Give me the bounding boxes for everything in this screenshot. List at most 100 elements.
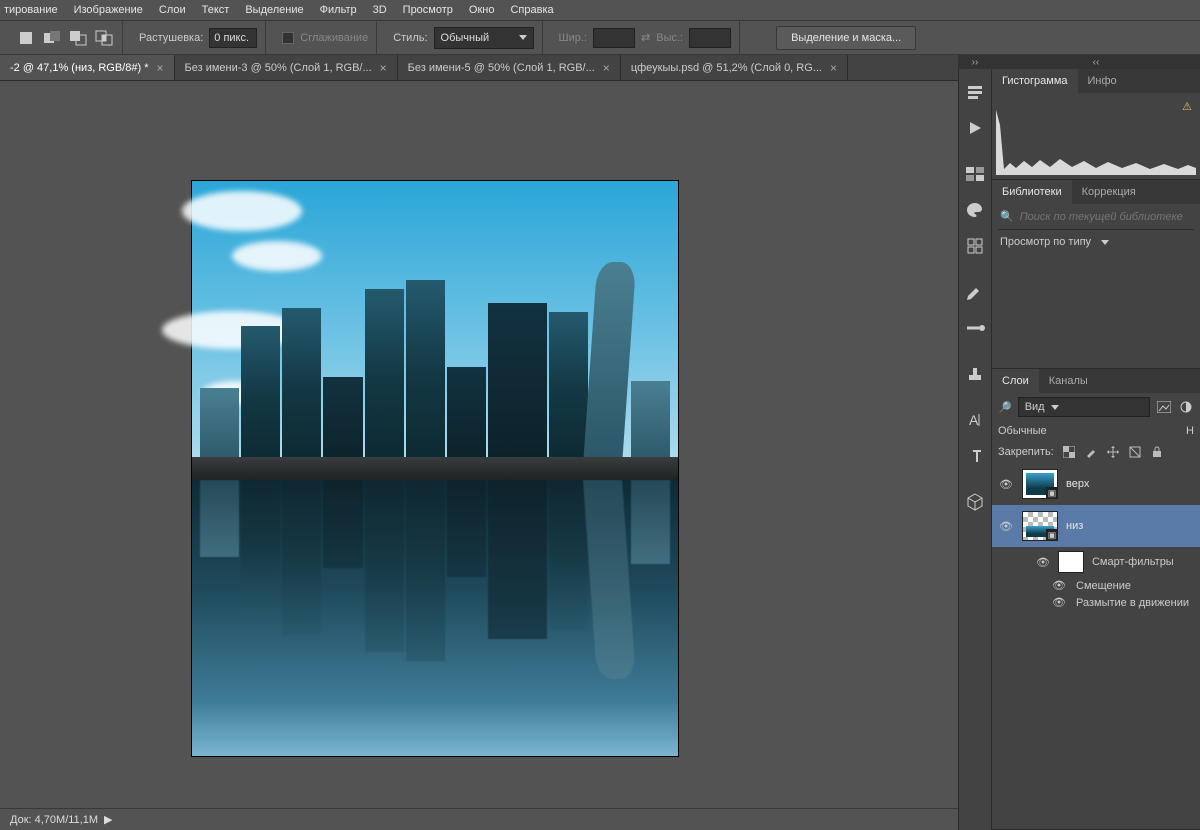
filter-name: Размытие в движении (1076, 597, 1189, 609)
image-quay (192, 457, 678, 480)
canvas-area[interactable] (0, 81, 958, 808)
status-flyout-icon[interactable]: ▶ (104, 813, 112, 826)
selection-intersect-icon[interactable] (94, 28, 114, 48)
lock-pixels-icon[interactable] (1084, 445, 1098, 459)
tab-adjustments[interactable]: Коррекция (1072, 180, 1146, 204)
search-icon: 🔍 (1000, 210, 1014, 223)
image-reflection (192, 480, 678, 756)
blend-mode-select[interactable]: Обычные (998, 425, 1180, 437)
menu-3d[interactable]: 3D (373, 4, 387, 16)
smartobject-badge-icon: ▣ (1046, 529, 1058, 541)
width-label: Шир.: (559, 32, 587, 44)
menu-view[interactable]: Просмотр (403, 4, 453, 16)
chevron-down-icon (1051, 405, 1059, 410)
brush-settings-icon[interactable] (964, 317, 986, 339)
lock-all-icon[interactable] (1150, 445, 1164, 459)
visibility-eye-icon[interactable]: 👁 (1036, 556, 1050, 569)
menu-layers[interactable]: Слои (159, 4, 186, 16)
3d-cube-icon[interactable] (964, 491, 986, 513)
layer-filter-kind-select[interactable]: Вид (1018, 397, 1150, 417)
right-dock: ›› A ‹‹ Гистограмма Инфо ⚠ (958, 55, 1200, 830)
tab-libraries[interactable]: Библиотеки (992, 180, 1072, 204)
style-select[interactable]: Обычный (434, 27, 534, 49)
collapsed-panel-strip: ›› A (958, 55, 992, 830)
filter-adjust-icon[interactable] (1178, 399, 1194, 415)
layer-item-top[interactable]: 👁 ▣ верх (992, 463, 1200, 505)
visibility-eye-icon[interactable]: 👁 (998, 478, 1014, 491)
histogram-chart (996, 105, 1196, 175)
selection-subtract-icon[interactable] (68, 28, 88, 48)
clone-stamp-icon[interactable] (964, 363, 986, 385)
document-tab-2[interactable]: Без имени-3 @ 50% (Слой 1, RGB/... × (175, 55, 398, 80)
panel-stack: ‹‹ Гистограмма Инфо ⚠ Библиотеки Коррекц… (992, 55, 1200, 830)
grid-icon[interactable] (964, 235, 986, 257)
filter-item-displace[interactable]: 👁 Смещение (992, 577, 1200, 594)
library-view-select[interactable]: Просмотр по типу (992, 230, 1200, 258)
select-and-mask-label: Выделение и маска... (791, 32, 901, 44)
document-tab-1-label: -2 @ 47,1% (низ, RGB/8#) * (10, 62, 148, 74)
height-input (689, 28, 731, 48)
paragraph-icon[interactable] (964, 445, 986, 467)
close-icon[interactable]: × (380, 61, 387, 75)
lock-artboard-icon[interactable] (1128, 445, 1142, 459)
document-tab-3[interactable]: Без имени-5 @ 50% (Слой 1, RGB/... × (398, 55, 621, 80)
status-doc-size: Док: 4,70M/11,1M (10, 814, 98, 826)
panel-collapse-toggle[interactable]: ›› (958, 55, 992, 69)
visibility-eye-icon[interactable]: 👁 (1052, 579, 1068, 592)
menu-image[interactable]: Изображение (74, 4, 143, 16)
smart-filters-row[interactable]: 👁 Смарт-фильтры (992, 547, 1200, 577)
selection-add-icon[interactable] (42, 28, 62, 48)
close-icon[interactable]: × (830, 61, 837, 75)
width-input (593, 28, 635, 48)
close-icon[interactable]: × (156, 61, 163, 75)
tab-layers[interactable]: Слои (992, 369, 1039, 393)
library-search-input[interactable] (1020, 211, 1192, 223)
menu-filter[interactable]: Фильтр (320, 4, 357, 16)
antialias-checkbox (282, 32, 294, 44)
layer-item-bottom[interactable]: 👁 ▣ низ (992, 505, 1200, 547)
visibility-eye-icon[interactable]: 👁 (998, 520, 1014, 533)
history-icon[interactable] (964, 81, 986, 103)
swatches-icon[interactable] (964, 163, 986, 185)
actions-play-icon[interactable] (964, 117, 986, 139)
style-value: Обычный (441, 32, 490, 44)
chevron-down-icon (1101, 240, 1109, 245)
character-icon[interactable]: A (964, 409, 986, 431)
lock-label: Закрепить: (998, 446, 1054, 458)
panel-collapse-toggle[interactable]: ‹‹ (992, 55, 1200, 69)
select-and-mask-button[interactable]: Выделение и маска... (776, 26, 916, 50)
menu-window[interactable]: Окно (469, 4, 495, 16)
layer-thumbnail[interactable]: ▣ (1022, 511, 1058, 541)
tab-histogram[interactable]: Гистограмма (992, 69, 1078, 93)
selection-new-icon[interactable] (16, 28, 36, 48)
layer-thumbnail[interactable]: ▣ (1022, 469, 1058, 499)
feather-input[interactable] (209, 28, 257, 48)
menu-select[interactable]: Выделение (245, 4, 303, 16)
tab-info[interactable]: Инфо (1078, 69, 1127, 93)
filter-mask-thumbnail[interactable] (1058, 551, 1084, 573)
layer-filter-search-icon[interactable]: 🔎 (998, 401, 1012, 414)
brush-icon[interactable] (964, 281, 986, 303)
lock-position-icon[interactable] (1106, 445, 1120, 459)
lock-transparency-icon[interactable] (1062, 445, 1076, 459)
chevron-down-icon (519, 35, 527, 40)
panel-histogram: Гистограмма Инфо ⚠ (992, 69, 1200, 180)
layer-name[interactable]: низ (1066, 520, 1083, 532)
menu-bar: тирование Изображение Слои Текст Выделен… (0, 0, 1200, 20)
menu-text[interactable]: Текст (202, 4, 230, 16)
filter-name: Смещение (1076, 580, 1131, 592)
layer-name[interactable]: верх (1066, 478, 1089, 490)
color-palette-icon[interactable] (964, 199, 986, 221)
document-tab-4[interactable]: цфеукыы.psd @ 51,2% (Слой 0, RG... × (621, 55, 848, 80)
visibility-eye-icon[interactable]: 👁 (1052, 596, 1068, 609)
tab-channels[interactable]: Каналы (1039, 369, 1098, 393)
style-label: Стиль: (393, 32, 427, 44)
menu-edit[interactable]: тирование (4, 4, 58, 16)
filter-item-motion-blur[interactable]: 👁 Размытие в движении (992, 594, 1200, 611)
menu-help[interactable]: Справка (510, 4, 553, 16)
document-tab-1[interactable]: -2 @ 47,1% (низ, RGB/8#) * × (0, 55, 175, 80)
layer-list: 👁 ▣ верх 👁 ▣ низ 👁 Смарт-фильтры (992, 463, 1200, 829)
document-canvas[interactable] (192, 181, 678, 756)
filter-image-icon[interactable] (1156, 399, 1172, 415)
close-icon[interactable]: × (603, 61, 610, 75)
